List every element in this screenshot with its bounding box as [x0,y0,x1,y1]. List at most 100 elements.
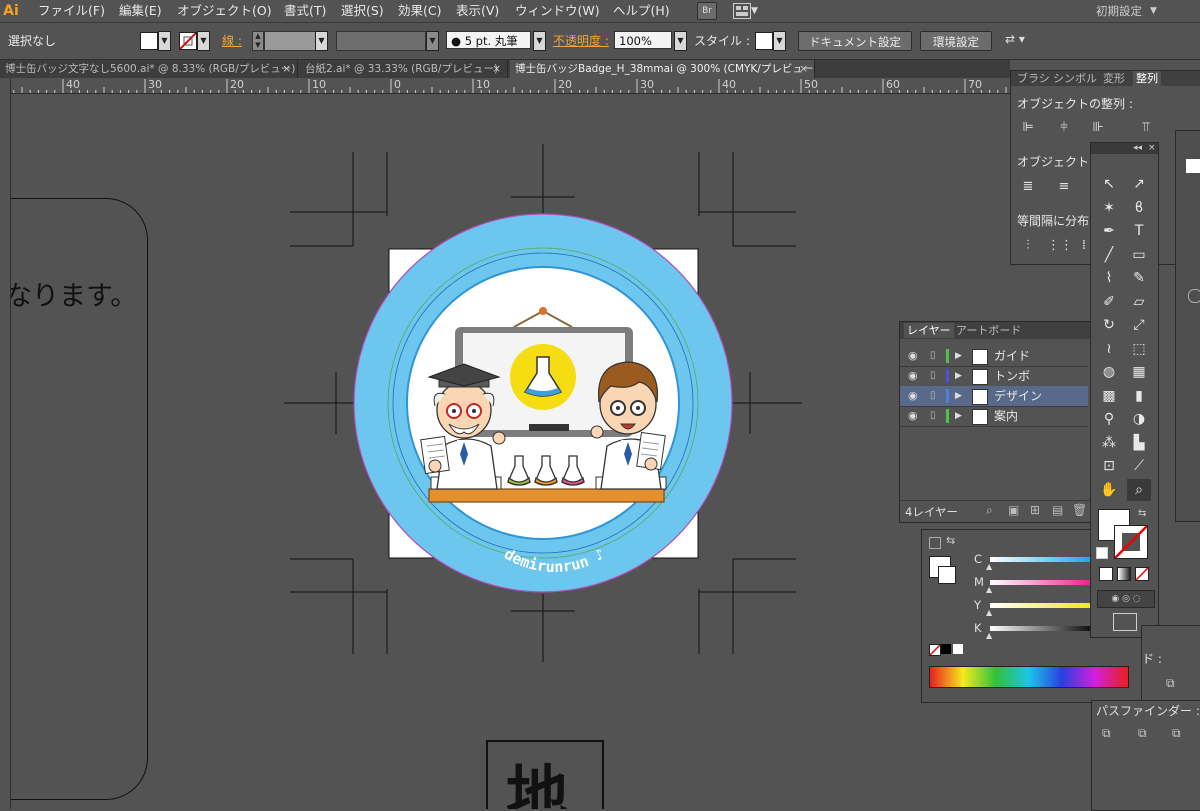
distribute-top-icon[interactable]: ≣ [1017,177,1039,197]
pencil-tool-icon[interactable]: ✎ [1127,267,1151,289]
workspace-switcher[interactable]: 初期設定 [1096,0,1142,22]
perspective-grid-tool-icon[interactable]: ▦ [1127,361,1151,383]
variable-width-profile[interactable] [336,31,426,51]
stroke-label[interactable]: 線 : [222,23,242,59]
menu-item[interactable]: ヘルプ(H) [613,0,670,22]
preferences-button[interactable]: 環境設定 [920,31,992,51]
tab-transform[interactable]: 変形 [1103,71,1125,86]
direct-selection-tool-icon[interactable]: ↗ [1127,173,1151,195]
drawing-modes[interactable]: ◉ ◎ ◌ [1097,590,1155,608]
gradient-mode-icon[interactable] [1117,567,1131,581]
menu-item[interactable]: ウィンドウ(W) [515,0,600,22]
type-tool-icon[interactable]: T [1127,220,1151,242]
lasso-tool-icon[interactable]: ϐ [1127,197,1151,219]
minus-front-icon[interactable]: ⧉ [1138,726,1147,741]
align-left-icon[interactable]: ⊫ [1017,118,1039,138]
width-tool-icon[interactable]: ≀ [1097,338,1121,360]
distribute-center-icon[interactable]: ≡ [1053,177,1075,197]
stroke-weight-stepper[interactable]: ▲ ▼ [252,31,264,51]
magic-wand-tool-icon[interactable]: ✶ [1097,197,1121,219]
document-setup-button[interactable]: ドキュメント設定 [798,31,912,51]
lock-icon[interactable]: ▯ [930,406,936,426]
black-color-chip[interactable] [941,644,951,654]
rotate-tool-icon[interactable]: ↻ [1097,314,1121,336]
tab-brushes[interactable]: ブラシ [1017,71,1050,86]
stroke-dropdown[interactable]: ▼ [197,31,210,51]
layer-row[interactable]: ◉ ▯ ▶ トンボ [900,366,1088,387]
chevron-down-icon[interactable]: ▼ [1150,0,1157,22]
scale-tool-icon[interactable]: ⤢ [1127,314,1151,336]
opacity-input[interactable]: 100% [614,31,672,49]
new-layer-icon[interactable]: ▤ [1052,503,1063,517]
close-icon[interactable]: × [799,60,808,78]
swatch-icon[interactable] [1186,159,1200,173]
tab-symbols[interactable]: シンボル [1053,71,1097,86]
screen-mode-icon[interactable] [1113,613,1137,631]
panel-options-icon[interactable]: ⇄ ▾ [1005,32,1025,46]
symbol-sprayer-tool-icon[interactable]: ⁂ [1097,432,1121,454]
zoom-tool-icon[interactable]: ⌕ [1127,478,1151,501]
selection-tool-icon[interactable]: ↖ [1097,173,1121,195]
graphic-style-swatch[interactable] [755,32,773,50]
color-spectrum[interactable] [929,666,1129,688]
layer-row[interactable]: ◉ ▯ ▶ デザイン [900,386,1088,407]
brush-dropdown[interactable]: ▼ [533,31,546,51]
tool-stroke-box[interactable] [1114,525,1148,559]
align-center-icon[interactable]: ⫩ [1053,118,1075,138]
lock-icon[interactable]: ▯ [930,346,936,366]
slider-handle[interactable]: ▲ [986,608,992,617]
layer-row[interactable]: ◉ ▯ ▶ ガイド [900,346,1088,367]
eye-icon[interactable]: ◉ [908,346,918,366]
expand-arrow-icon[interactable]: ▶ [955,366,962,386]
eye-icon[interactable]: ◉ [908,366,918,386]
shape-builder-tool-icon[interactable]: ◍ [1097,361,1121,383]
slider-handle[interactable]: ▲ [986,585,992,594]
stroke-weight-dropdown[interactable]: ▼ [315,31,328,51]
tab-layers[interactable]: レイヤー [904,323,954,338]
tab-artboards[interactable]: アートボード [956,323,1021,338]
canvas[interactable]: なります。 地 Science design Museum demirunrun… [11,94,1011,809]
slice-tool-icon[interactable]: ⟋ [1127,455,1151,477]
line-tool-icon[interactable]: ╱ [1097,244,1121,266]
blend-tool-icon[interactable]: ◑ [1127,408,1151,430]
expand-arrow-icon[interactable]: ▶ [955,386,962,406]
opacity-label[interactable]: 不透明度 : [553,23,609,59]
close-icon[interactable]: × [282,60,291,78]
none-color-chip[interactable] [929,644,941,656]
channel-slider[interactable] [990,557,1090,562]
eye-icon[interactable]: ◉ [908,406,918,426]
transform-icon[interactable]: ⧉ [1166,676,1175,691]
collapse-icon[interactable]: ◂◂ [1133,143,1142,154]
bridge-button[interactable]: Br [697,2,717,20]
lock-icon[interactable]: ▯ [930,366,936,386]
distribute-spacing-h-icon[interactable]: ⋮⋮ [1047,236,1073,256]
new-sublayer-icon[interactable]: ⊞ [1030,503,1040,517]
channel-slider[interactable] [990,626,1090,631]
channel-slider[interactable] [990,603,1090,608]
eyedropper-tool-icon[interactable]: ⚲ [1097,408,1121,430]
default-fill-stroke-icon[interactable] [1096,547,1108,559]
menu-item[interactable]: ファイル(F) [38,0,105,22]
menu-item[interactable]: 選択(S) [341,0,384,22]
gradient-tool-icon[interactable]: ▮ [1127,385,1151,407]
free-transform-tool-icon[interactable]: ⬚ [1127,338,1151,360]
clip-mask-icon[interactable]: ▣ [1008,503,1019,517]
artboard-tool-icon[interactable]: ⊡ [1097,455,1121,477]
expand-arrow-icon[interactable]: ▶ [955,346,962,366]
menu-item[interactable]: 編集(E) [119,0,162,22]
eraser-tool-icon[interactable]: ▱ [1127,291,1151,313]
eye-icon[interactable]: ◉ [908,386,918,406]
lock-icon[interactable]: ▯ [930,386,936,406]
menu-item[interactable]: 書式(T) [284,0,326,22]
tab-align[interactable]: 整列 [1133,71,1161,86]
unite-icon[interactable]: ⧉ [1102,726,1111,741]
visibility-icon[interactable] [1188,289,1200,303]
stroke-weight-input[interactable] [264,31,316,51]
rectangle-tool-icon[interactable]: ▭ [1127,244,1151,266]
close-icon[interactable]: × [1148,143,1156,154]
tab-document-3[interactable]: 博士缶バッジBadge_H_38mmai @ 300% (CMYK/プレビュー)… [510,60,815,78]
brush-definition[interactable]: ● 5 pt. 丸筆 [446,31,531,49]
align-top-icon[interactable]: ⫪ [1135,118,1157,138]
delete-layer-icon[interactable]: 🗑 [1072,503,1087,517]
white-color-chip[interactable] [953,644,963,654]
